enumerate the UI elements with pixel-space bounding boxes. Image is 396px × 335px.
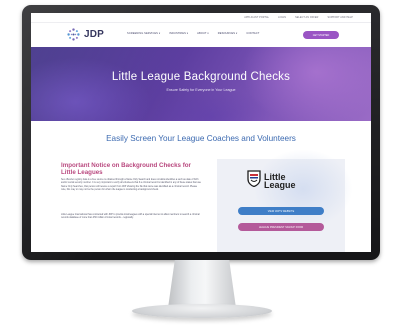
hero-title: Little League Background Checks (111, 71, 291, 83)
nav-contact[interactable]: CONTACT (246, 32, 259, 35)
nav-screening-services[interactable]: SCREENING SERVICES ▾ (127, 32, 160, 35)
wordmark-line: League (264, 180, 296, 190)
monitor-frame: APPLICANT PORTAL LOGIN SELECT AN OFFER S… (22, 5, 380, 260)
utility-link-login[interactable]: LOGIN (278, 16, 286, 19)
jdp-logo[interactable]: JDP (67, 28, 104, 41)
little-league-shield-icon (247, 170, 261, 192)
main-nav: SCREENING SERVICES ▾ INDUSTRIES ▾ ABOUT … (127, 32, 259, 35)
section-title: Easily Screen Your League Coaches and Vo… (106, 134, 296, 143)
utility-link-applicant-portal[interactable]: APPLICANT PORTAL (244, 16, 269, 19)
site-header: JDP SCREENING SERVICES ▾ INDUSTRIES ▾ AB… (31, 23, 371, 47)
hero-banner: Little League Background Checks Ensure S… (31, 47, 371, 121)
browser-viewport: APPLICANT PORTAL LOGIN SELECT AN OFFER S… (31, 13, 371, 252)
nav-industries[interactable]: INDUSTRIES ▾ (169, 32, 188, 35)
view-website-button[interactable]: VIEW JDP'S WEBSITE (238, 207, 324, 215)
little-league-logo: Little League (247, 170, 296, 192)
little-league-card: Little League VIEW JDP'S WEBSITE LEAGUE … (217, 149, 353, 252)
utility-nav: APPLICANT PORTAL LOGIN SELECT AN OFFER S… (31, 13, 371, 22)
nav-about[interactable]: ABOUT ▾ (197, 32, 209, 35)
notice-heading: Important Notice on Background Checks fo… (61, 162, 191, 176)
hero-subtitle: Ensure Safety for Everyone in Your Leagu… (166, 88, 236, 92)
monitor-stand (168, 260, 236, 308)
president-signup-button[interactable]: LEAGUE PRESIDENT SIGNUP FORM (238, 223, 324, 231)
nav-resources[interactable]: RESOURCES ▾ (218, 32, 238, 35)
monitor-base (132, 304, 272, 318)
little-league-wordmark: Little League (264, 172, 296, 190)
notice-paragraph: Little League International has contract… (61, 214, 200, 220)
jdp-dots-icon (67, 28, 80, 41)
utility-link-select-offer[interactable]: SELECT AN OFFER (295, 16, 318, 19)
brand-name: JDP (84, 29, 105, 40)
utility-link-support[interactable]: SUPPORT AND HELP (327, 16, 353, 19)
notice-paragraph: Sex offender registry data is a free sou… (61, 179, 201, 192)
get-started-button[interactable]: GET STARTED (303, 31, 339, 39)
